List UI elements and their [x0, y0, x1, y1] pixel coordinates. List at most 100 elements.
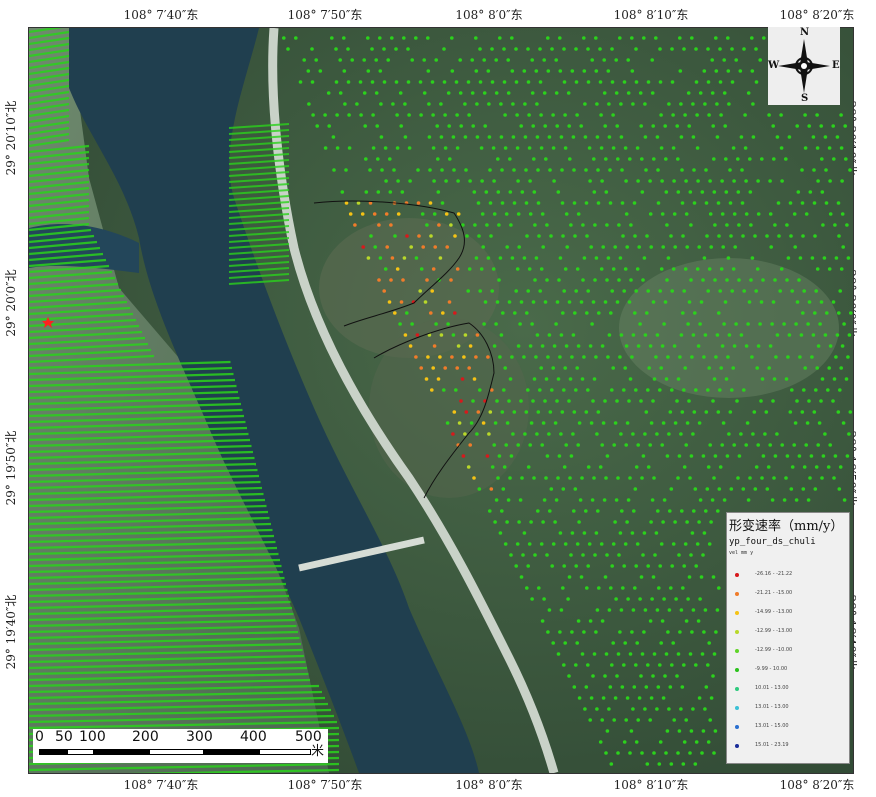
- insar-point: [500, 201, 505, 205]
- insar-point: [596, 168, 600, 172]
- insar-point: [692, 168, 696, 172]
- insar-point: [586, 388, 590, 392]
- insar-point: [847, 333, 852, 337]
- insar-point: [624, 212, 629, 216]
- insar-point: [539, 267, 544, 271]
- insar-point: [538, 80, 543, 84]
- insar-point: [732, 344, 737, 348]
- insar-point: [706, 663, 710, 667]
- insar-point: [567, 399, 571, 403]
- insar-point: [656, 685, 661, 689]
- insar-point: [579, 300, 584, 304]
- insar-point: [694, 740, 699, 744]
- insar-point: [557, 278, 561, 282]
- insar-point: [451, 135, 456, 139]
- insar-point: [613, 696, 618, 700]
- insar-point: [542, 91, 547, 95]
- insar-point: [431, 366, 436, 370]
- insar-point: [598, 47, 602, 51]
- insar-point: [431, 146, 436, 150]
- insar-point: [846, 256, 851, 260]
- insar-point: [754, 80, 759, 84]
- insar-point: [497, 223, 501, 227]
- insar-point: [445, 421, 450, 425]
- insar-point: [483, 300, 488, 304]
- insar-point: [463, 333, 468, 337]
- insar-point: [549, 487, 554, 491]
- insar-point: [693, 311, 697, 315]
- insar-point: [756, 179, 760, 183]
- insar-point: [514, 47, 518, 51]
- insar-point: [565, 245, 569, 249]
- insar-point: [808, 190, 813, 194]
- insar-point: [771, 300, 776, 304]
- insar-point: [607, 608, 612, 612]
- insar-point: [589, 245, 593, 249]
- insar-point: [631, 707, 635, 711]
- insar-point: [844, 157, 848, 161]
- legend-label: -12.99 - -13.00: [755, 628, 793, 634]
- insar-point: [768, 179, 772, 183]
- insar-point: [651, 399, 655, 403]
- insar-point: [803, 366, 807, 370]
- insar-point: [518, 322, 522, 326]
- insar-point: [410, 58, 415, 62]
- insar-point: [648, 619, 653, 623]
- insar-point: [746, 498, 751, 502]
- insar-point: [807, 124, 811, 128]
- insar-point: [585, 586, 589, 590]
- insar-point: [727, 102, 731, 106]
- insar-point: [585, 234, 589, 238]
- insar-point: [707, 366, 711, 370]
- insar-point: [717, 311, 721, 315]
- insar-point: [463, 135, 468, 139]
- insar-point: [500, 509, 504, 513]
- insar-point: [702, 630, 706, 634]
- insar-point: [784, 476, 788, 480]
- insar-point: [574, 663, 578, 667]
- insar-point: [587, 542, 592, 546]
- insar-point: [530, 58, 534, 62]
- insar-point: [458, 91, 463, 95]
- insar-point: [649, 421, 654, 425]
- insar-point: [570, 69, 575, 73]
- insar-point: [601, 696, 606, 700]
- insar-point: [737, 278, 741, 282]
- insar-point: [344, 201, 349, 205]
- insar-point: [667, 608, 672, 612]
- insar-point: [561, 311, 565, 315]
- insar-point: [606, 69, 611, 73]
- coord-top-4: 108° 8′10″东: [613, 8, 689, 22]
- insar-point: [456, 212, 461, 216]
- insar-point: [693, 762, 698, 766]
- insar-point: [584, 168, 588, 172]
- insar-point: [452, 168, 456, 172]
- insar-point: [344, 168, 348, 172]
- insar-point: [443, 113, 447, 117]
- insar-point: [414, 355, 418, 359]
- insar-point: [570, 630, 574, 634]
- insar-point: [663, 300, 668, 304]
- insar-point: [659, 542, 664, 546]
- insar-point: [546, 355, 550, 359]
- insar-point: [620, 509, 624, 513]
- insar-point: [610, 663, 614, 667]
- insar-point: [681, 311, 685, 315]
- insar-point: [643, 102, 647, 106]
- insar-point: [581, 278, 585, 282]
- insar-point: [724, 190, 729, 194]
- insar-point: [454, 388, 458, 392]
- insar-point: [546, 69, 551, 73]
- insar-point: [534, 69, 539, 73]
- insar-point: [619, 608, 624, 612]
- insar-point: [463, 102, 467, 106]
- insar-point: [750, 69, 755, 73]
- insar-point: [592, 476, 596, 480]
- insar-point: [327, 124, 332, 128]
- insar-point: [467, 113, 471, 117]
- insar-point: [719, 366, 723, 370]
- insar-point: [593, 553, 597, 557]
- insar-point: [537, 234, 541, 238]
- insar-point: [732, 212, 737, 216]
- insar-point: [553, 520, 557, 524]
